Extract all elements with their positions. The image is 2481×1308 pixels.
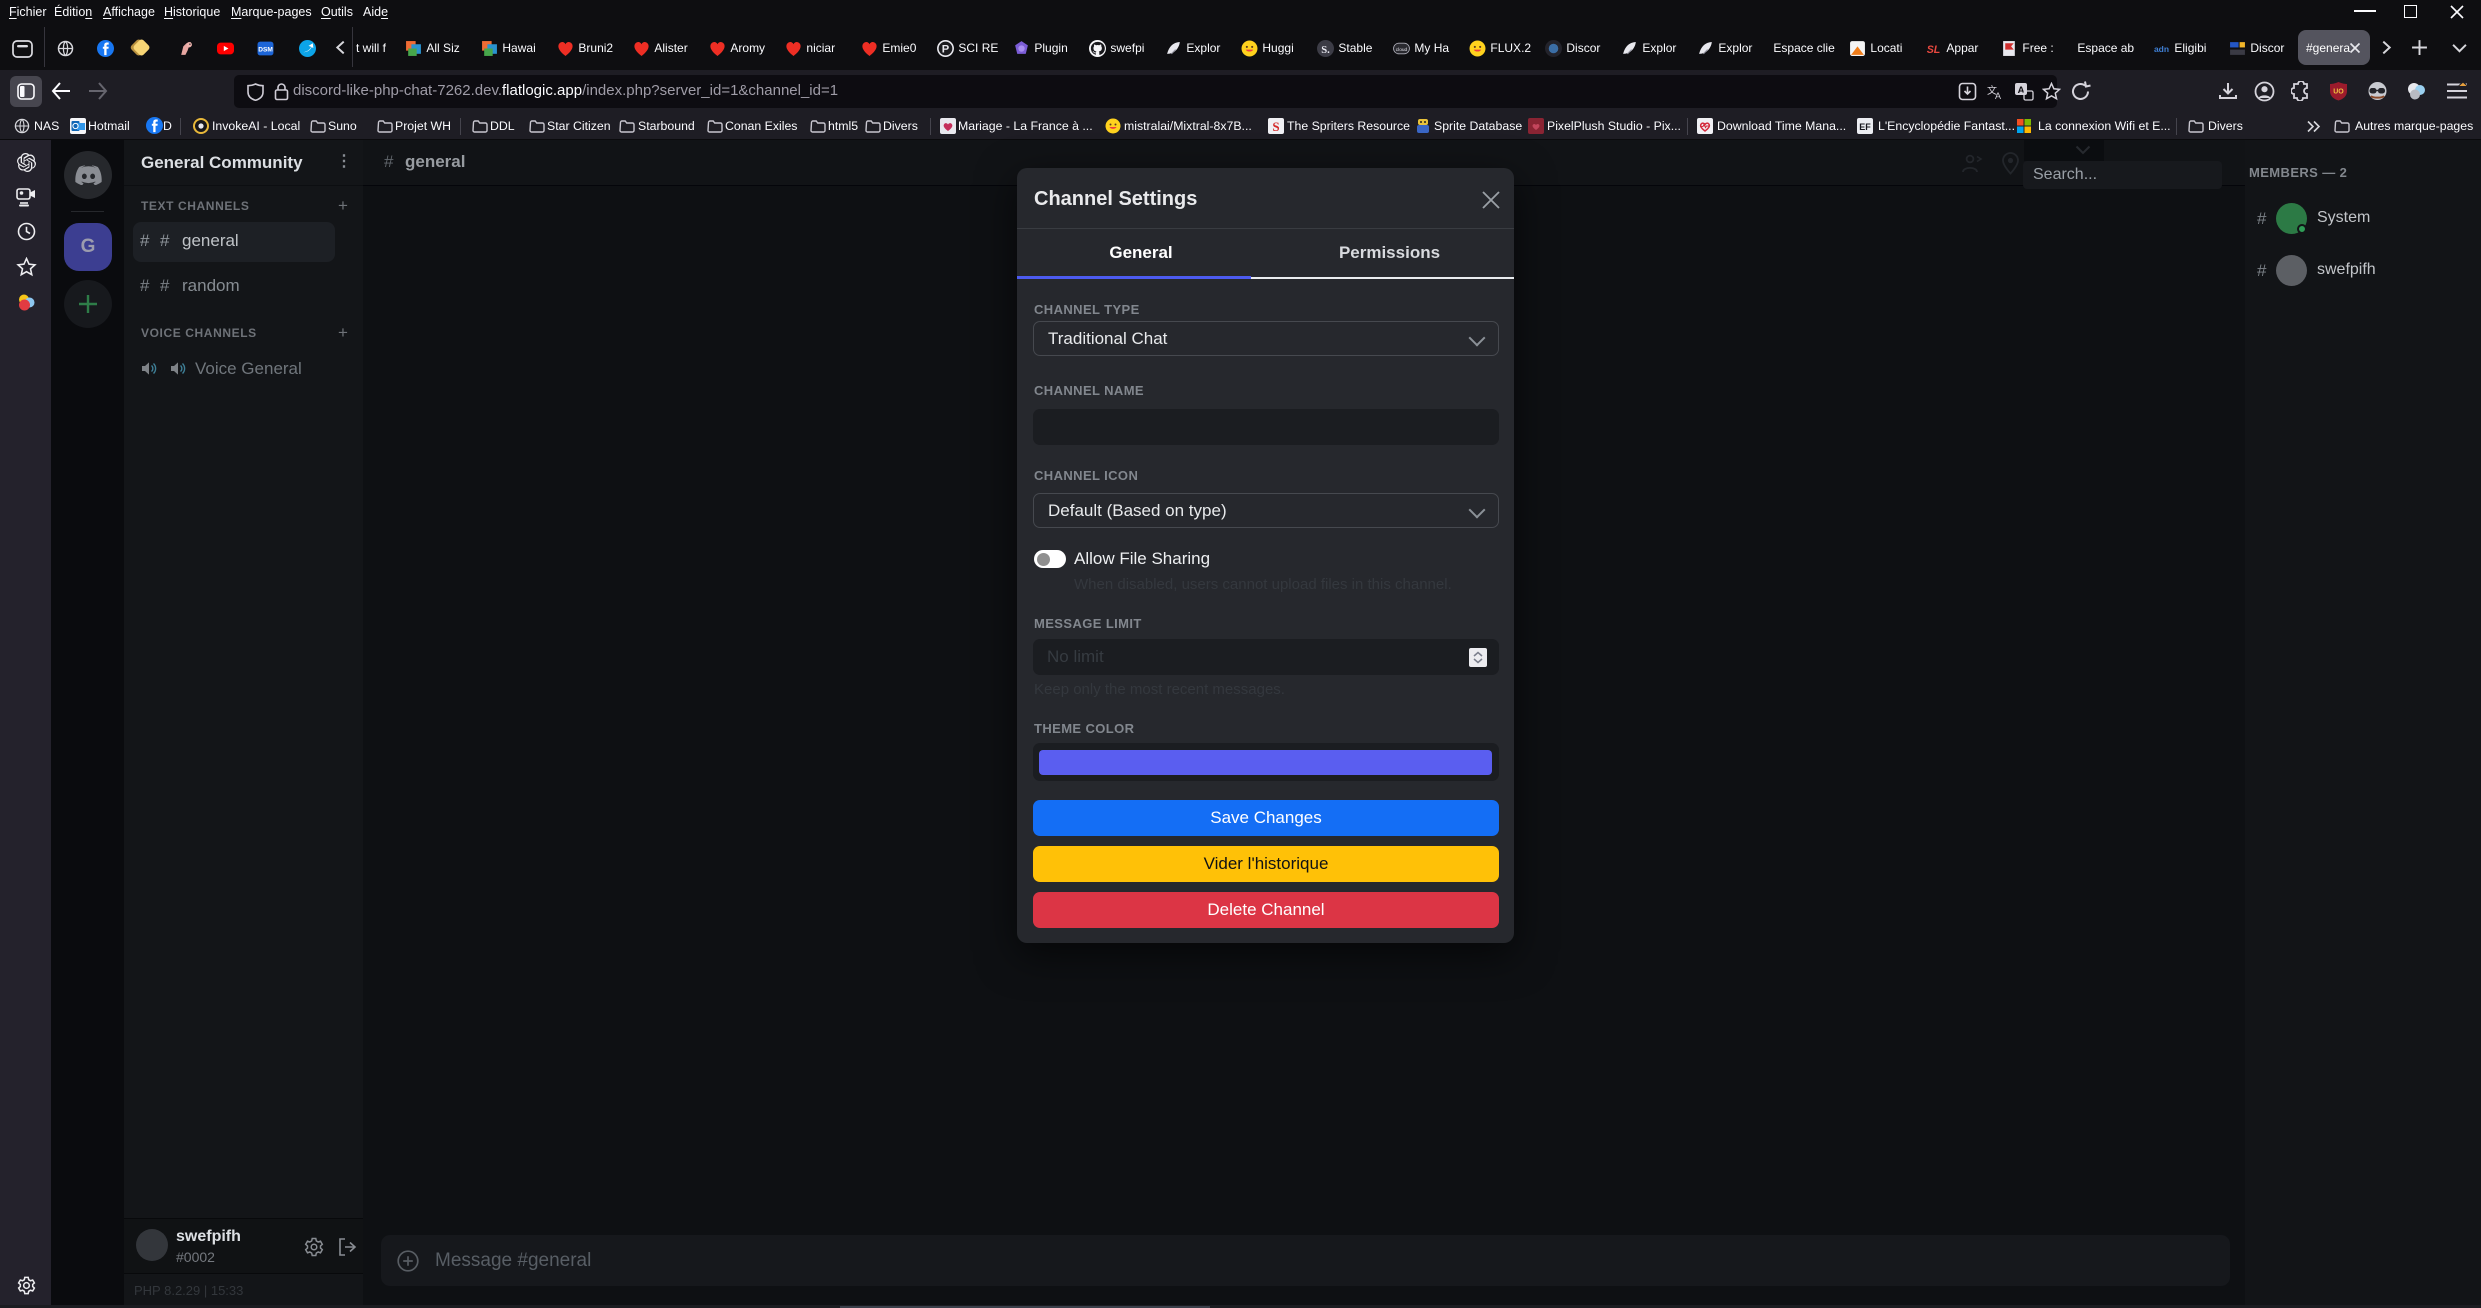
svg-text:S.: S. — [1321, 45, 1330, 56]
svg-text:A: A — [1995, 91, 2001, 101]
svg-text:SL: SL — [1927, 44, 1941, 56]
svg-text:P: P — [942, 44, 950, 56]
svg-text:UO: UO — [2333, 89, 2344, 96]
svg-text:adn: adn — [2154, 44, 2169, 54]
svg-text:DSM: DSM — [258, 46, 273, 53]
svg-text:S: S — [1272, 119, 1279, 134]
svg-text:EF: EF — [1859, 122, 1871, 132]
svg-text:cloud: cloud — [1396, 47, 1408, 53]
